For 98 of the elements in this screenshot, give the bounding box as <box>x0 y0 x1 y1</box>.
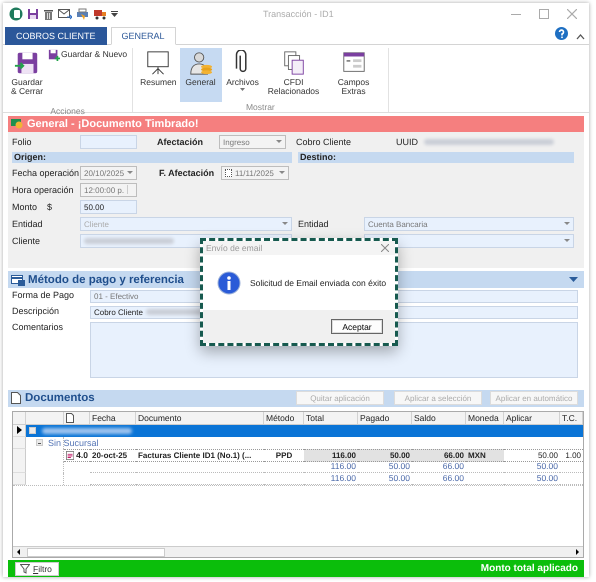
summary-cell: 66.00 <box>442 473 464 484</box>
afectacion-dropdown[interactable]: Ingreso <box>219 135 286 150</box>
checkbox[interactable] <box>225 169 232 178</box>
field-label: Entidad <box>12 219 44 230</box>
section-header: Destino: <box>298 152 574 163</box>
section-title: Método de pago y referencia <box>28 274 184 286</box>
group-label: Acciones <box>50 106 85 116</box>
summary-cell: 116.00 <box>330 473 356 484</box>
summary-cell: 50.00 <box>388 473 410 484</box>
presentation-board-icon <box>145 50 172 76</box>
invoice-icon <box>66 450 74 461</box>
group-label: Mostrar <box>246 102 275 112</box>
column-header[interactable]: Aplicar <box>504 412 560 424</box>
horizontal-scrollbar[interactable] <box>13 546 583 558</box>
ribbon-tab[interactable]: COBROS CLIENTE <box>5 26 107 45</box>
ribbon-button[interactable]: Guardar & Cerrar <box>7 48 47 106</box>
field-label: Descripción <box>12 306 60 316</box>
scroll-right-icon[interactable] <box>573 548 581 556</box>
person-coins-icon <box>188 50 214 76</box>
field-label: UUID <box>396 137 419 148</box>
status-text: Monto total aplicado <box>480 563 578 574</box>
field-label: Entidad <box>298 219 330 230</box>
field-label: Hora operación <box>12 185 75 196</box>
table-cell: Facturas Cliente ID1 (No.1) (... <box>136 448 264 462</box>
row-header[interactable] <box>13 424 26 437</box>
save-icon <box>48 48 60 61</box>
amount-field[interactable]: 50.00 <box>80 200 137 214</box>
field-label: Cobro Cliente <box>296 137 352 148</box>
field-label: Cliente <box>12 236 42 246</box>
truck-icon[interactable] <box>93 8 107 20</box>
section-header: Origen: <box>12 152 292 163</box>
field-label: Fecha operación <box>12 168 80 178</box>
mail-icon[interactable] <box>58 8 72 20</box>
card-icon <box>11 274 25 286</box>
field-label: Folio <box>12 137 33 148</box>
caret-icon[interactable] <box>111 10 118 17</box>
money-icon <box>11 118 23 130</box>
window-title: Transacción - ID1 <box>263 9 334 19</box>
expand-icon[interactable] <box>569 277 578 282</box>
entity-dropdown[interactable]: Cuenta Bancaria <box>364 217 574 232</box>
group-label[interactable]: Sin Sucursal <box>48 438 99 448</box>
accept-button[interactable]: Aceptar <box>331 319 383 334</box>
table-cell: 4.0 <box>76 450 88 460</box>
table-cell: 116.00 <box>304 448 358 462</box>
column-header[interactable]: Moneda <box>466 412 504 424</box>
field-label: Comentarios <box>12 322 64 332</box>
date-field[interactable]: 20/10/2025 <box>80 166 137 180</box>
summary-cell: 50.00 <box>536 461 558 472</box>
ribbon-button[interactable]: Archivos <box>222 48 264 102</box>
column-header[interactable]: Pagado <box>358 412 412 424</box>
folio-field[interactable] <box>80 135 137 150</box>
table-cell: 1.00 <box>560 448 583 462</box>
caret-icon <box>240 88 246 91</box>
ribbon-button[interactable]: CFDI Relacionados <box>264 48 324 102</box>
date-field[interactable]: 11/11/2025 <box>221 166 289 180</box>
ribbon-tab[interactable]: GENERAL <box>110 26 176 45</box>
field-label: Afectación <box>157 137 204 148</box>
ribbon-button[interactable]: General <box>180 48 222 102</box>
save-icon[interactable] <box>27 8 39 20</box>
summary-cell: 116.00 <box>330 461 356 472</box>
banner-title: General - ¡Documento Timbrado! <box>27 118 199 130</box>
trash-icon[interactable] <box>43 8 54 20</box>
row-pointer-icon <box>16 426 22 434</box>
column-header[interactable]: Fecha <box>90 412 136 424</box>
field-label: F. Afectación <box>159 168 216 178</box>
column-header[interactable]: Total <box>304 412 358 424</box>
column-header[interactable]: Saldo <box>412 412 466 424</box>
document-icon <box>11 392 21 404</box>
ribbon-button[interactable]: Resumen <box>137 48 180 102</box>
filter-icon <box>20 564 30 574</box>
filter-button[interactable]: Filtro <box>15 562 59 576</box>
collapse-icon[interactable] <box>576 32 585 40</box>
ribbon-button[interactable]: Guardar & Nuevo <box>47 48 128 62</box>
info-icon <box>217 270 241 294</box>
field-label: Forma de Pago <box>12 290 76 300</box>
time-field[interactable]: 12:00:00 p. <box>80 183 137 198</box>
help-icon[interactable] <box>555 26 568 40</box>
printer-icon[interactable] <box>76 8 89 20</box>
table-cell: MXN <box>466 448 504 462</box>
ribbon-button[interactable]: Campos Extras <box>324 48 384 102</box>
app-icon[interactable] <box>9 6 23 21</box>
scroll-left-icon[interactable] <box>15 548 23 556</box>
field-label: Monto <box>12 202 38 212</box>
dialog-title: Envío de email <box>206 243 262 253</box>
column-header[interactable]: T.C. <box>560 412 583 424</box>
close-icon[interactable] <box>381 244 389 252</box>
table-cell: 50.00 <box>358 448 412 462</box>
section-title: Documentos <box>25 392 95 404</box>
summary-cell: 66.00 <box>442 461 464 472</box>
currency-symbol: $ <box>47 202 52 212</box>
table-cell: 20-oct-25 <box>90 448 136 462</box>
table-cell: 50.00 <box>504 448 560 462</box>
table-cell: 66.00 <box>412 448 466 462</box>
summary-cell: 50.00 <box>536 473 558 484</box>
dialog-message: Solicitud de Email enviada con éxito <box>250 278 386 288</box>
summary-cell: 50.00 <box>388 461 410 472</box>
column-header[interactable]: Documento <box>136 412 264 424</box>
column-header[interactable]: Método <box>264 412 304 424</box>
